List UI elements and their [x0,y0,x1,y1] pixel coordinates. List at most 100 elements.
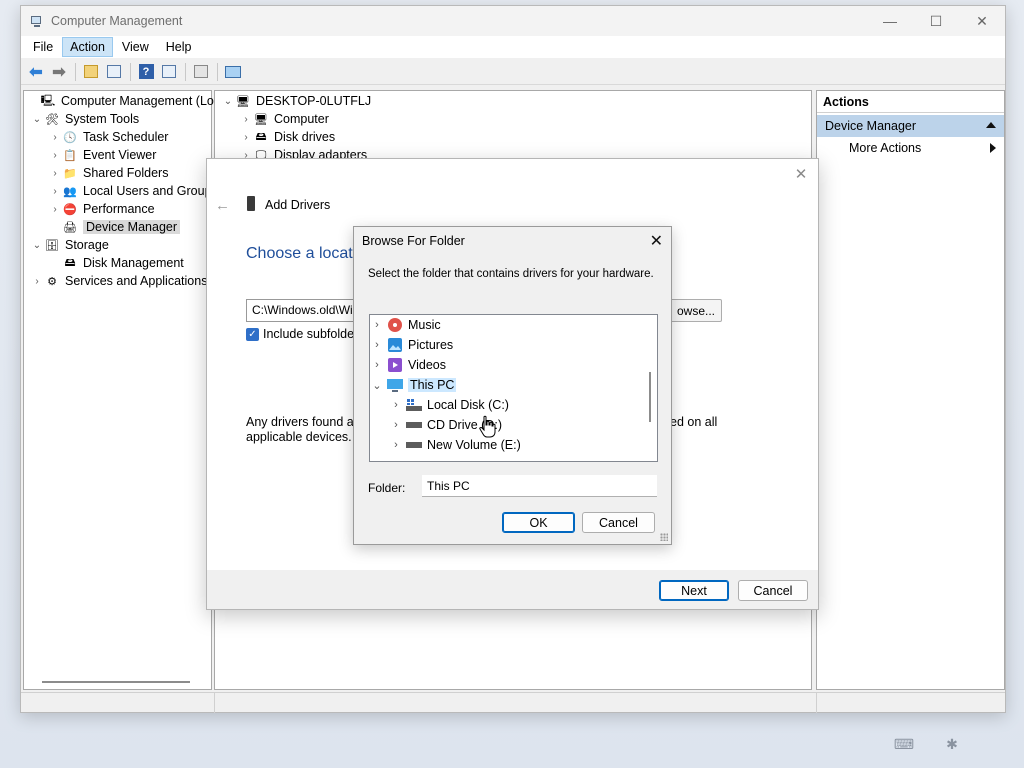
menu-help[interactable]: Help [158,37,200,57]
device-category-disk-drives[interactable]: › 🖴 Disk drives [239,128,335,146]
actions-section-device-manager[interactable]: Device Manager [817,115,1004,137]
tree-root[interactable]: 🖳 Computer Management (Local [26,92,230,110]
tree-item-performance[interactable]: › ⛔ Performance [48,200,154,218]
more-actions-item[interactable]: More Actions [817,137,1004,159]
close-button[interactable]: ✕ [959,6,1005,36]
forward-button[interactable]: ➡ [48,62,70,82]
chevron-right-icon: › [394,419,398,431]
resize-grip[interactable] [660,533,668,541]
menu-action[interactable]: Action [62,37,113,57]
minimize-button[interactable]: — [867,6,913,36]
services-icon: ⚙ [47,275,57,288]
status-segment [214,693,215,713]
browse-cancel-button[interactable]: Cancel [582,512,655,533]
tree-item-disk-management[interactable]: 🖴 Disk Management [48,254,184,272]
submenu-arrow-icon [990,143,996,153]
window-title: Computer Management [51,14,183,28]
status-bar [21,692,1005,713]
tree-item-label: Storage [65,238,109,252]
include-subfolders-label: Include subfolder [263,327,359,341]
menu-view[interactable]: View [114,37,157,57]
ok-button[interactable]: OK [502,512,575,533]
folder-item-pictures[interactable]: › Pictures [370,335,453,355]
horizontal-scrollbar[interactable] [42,681,190,683]
this-pc-icon [387,378,403,392]
next-button[interactable]: Next [659,580,729,601]
accessibility-icon[interactable]: ✱ [941,736,963,752]
arrow-right-icon: ➡ [52,63,66,81]
monitor-icon [225,65,241,78]
console-tree-icon [107,65,121,78]
tree-item-task-scheduler[interactable]: › 🕓 Task Scheduler [48,128,168,146]
driver-path-input[interactable]: C:\Windows.old\Wi [246,299,358,322]
folder-tree[interactable]: › Music › Pictures › Videos ⌄ This PC › … [369,314,658,462]
chevron-down-icon: ⌄ [223,95,233,107]
maximize-button[interactable]: ☐ [913,6,959,36]
chevron-down-icon: ⌄ [32,239,42,251]
chevron-right-icon: › [375,359,379,371]
tree-item-local-users[interactable]: › 👥 Local Users and Groups [48,182,218,200]
folder-item-this-pc[interactable]: ⌄ This PC [370,375,457,395]
system-tools-icon: 🛠 [45,113,59,126]
tree-item-shared-folders[interactable]: › 📁 Shared Folders [48,164,168,182]
folder-item-music[interactable]: › Music [370,315,441,335]
videos-icon [387,358,403,372]
users-icon: 👥 [63,185,77,198]
computer-management-icon: 🖳 [40,94,56,107]
folder-item-local-disk[interactable]: › Local Disk (C:) [389,395,509,415]
browse-for-folder-dialog: Browse For Folder ✕ Select the folder th… [353,226,672,545]
disk-icon: 🖴 [64,256,76,269]
wizard-heading: Choose a locatio [246,245,366,262]
show-hide-console-tree-button[interactable] [103,62,125,82]
folder-up-icon [84,65,98,78]
console-tree: 🖳 Computer Management (Local ⌄ 🛠 System … [23,90,230,690]
wizard-back-button[interactable]: ← [215,197,230,214]
tree-item-label: Services and Applications [65,274,208,288]
back-button[interactable]: ⬅ [25,62,47,82]
show-hide-action-pane-button[interactable] [158,62,180,82]
folder-input[interactable]: This PC [422,475,657,497]
pictures-icon [387,338,403,352]
performance-icon: ⛔ [63,203,77,216]
monitor-button[interactable] [222,62,244,82]
disk-drive-icon: 🖴 [255,130,267,143]
tree-item-device-manager[interactable]: 🖨 Device Manager [48,218,181,236]
device-host[interactable]: ⌄ 🖥 DESKTOP-0LUTFLJ [221,92,371,110]
arrow-left-icon: ⬅ [29,63,43,81]
wizard-footer: Next Cancel [207,570,818,609]
tree-item-system-tools[interactable]: ⌄ 🛠 System Tools [30,110,139,128]
cd-drive-icon [406,418,422,432]
up-one-level-button[interactable] [80,62,102,82]
tree-item-event-viewer[interactable]: › 📋 Event Viewer [48,146,156,164]
chevron-right-icon: › [394,439,398,451]
title-bar[interactable]: Computer Management — ☐ ✕ [21,6,1005,36]
folder-item-label: This PC [408,378,457,392]
device-category-computer[interactable]: › 🖥 Computer [239,110,329,128]
browse-close-button[interactable]: ✕ [650,231,663,251]
device-category-label: Disk drives [274,130,336,144]
vertical-scrollbar[interactable] [649,372,651,422]
include-subfolders-checkbox[interactable]: ✓ Include subfolder [246,327,358,341]
folder-item-label: Music [408,318,441,332]
device-manager-icon: 🖨 [63,221,77,234]
wizard-close-button[interactable]: ✕ [790,165,812,183]
browse-dialog-title: Browse For Folder [362,234,465,248]
scan-hardware-button[interactable] [190,62,212,82]
help-button[interactable]: ? [135,62,157,82]
device-host-label: DESKTOP-0LUTFLJ [256,94,372,108]
folder-item-videos[interactable]: › Videos [370,355,446,375]
more-actions-label: More Actions [849,141,922,155]
drive-icon [406,438,422,452]
folder-item-new-volume[interactable]: › New Volume (E:) [389,435,521,455]
keyboard-icon[interactable]: ⌨ [893,736,915,752]
tree-item-label: Disk Management [83,256,184,270]
tree-item-label: Local Users and Groups [83,184,218,198]
wizard-cancel-button[interactable]: Cancel [738,580,808,601]
tree-item-services[interactable]: › ⚙ Services and Applications [30,272,207,290]
status-segment [816,693,817,713]
actions-section-label: Device Manager [825,119,917,133]
scan-hardware-icon [194,65,208,78]
tree-item-storage[interactable]: ⌄ 🗄 Storage [30,236,109,254]
collapse-icon [986,122,996,128]
menu-file[interactable]: File [25,37,61,57]
